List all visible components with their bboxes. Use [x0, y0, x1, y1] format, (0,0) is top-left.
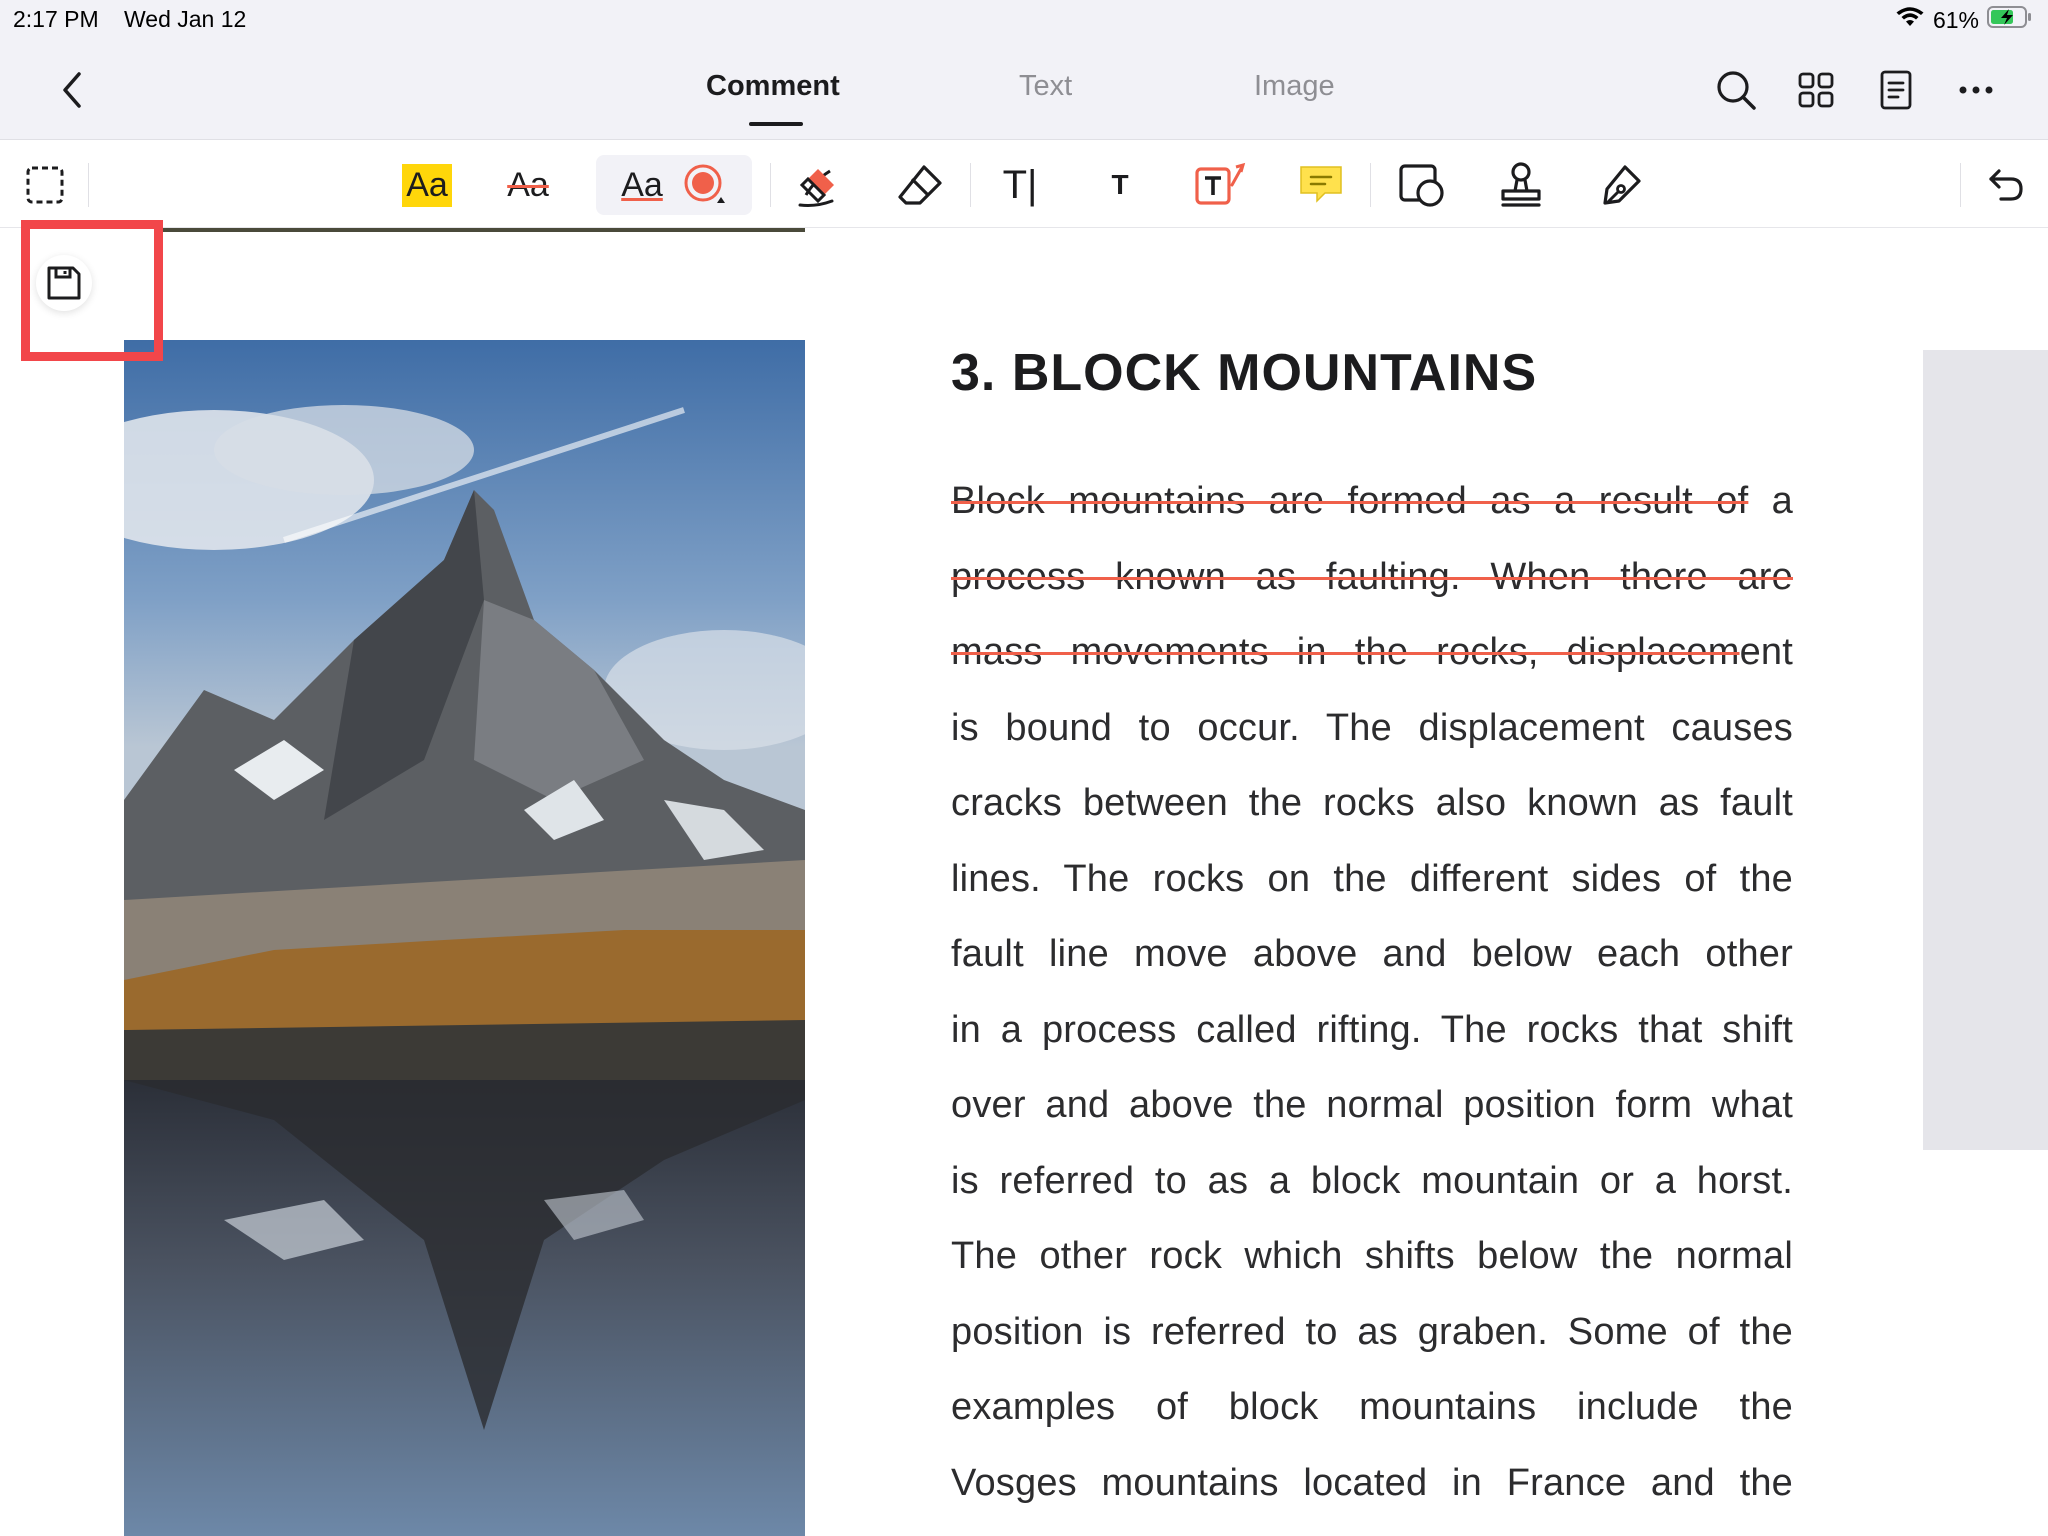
battery-percent: 61%: [1932, 6, 1979, 33]
undo-icon: [1989, 169, 2023, 201]
toolbar-divider: [770, 163, 771, 207]
search-icon: [1717, 71, 1756, 110]
search-button[interactable]: [1712, 66, 1760, 114]
strikethrough-text: process known as faulting. When there ar…: [951, 555, 1793, 598]
text-line: over and above the normal position form …: [951, 1084, 1793, 1126]
strikethrough-text: Block mountains are formed as a result o…: [951, 480, 1749, 522]
tab-text[interactable]: Text: [1019, 70, 1072, 103]
status-time: 2:17 PM: [13, 6, 99, 32]
underline-tool-group[interactable]: Aa: [596, 155, 752, 215]
status-right: 61%: [1895, 5, 2033, 35]
page-scroll-track[interactable]: [1923, 350, 2048, 1150]
text-line: in a process called rifting. The rocks t…: [951, 1008, 1793, 1051]
status-date: Wed Jan 12: [124, 6, 247, 32]
highlighter-icon: [798, 169, 834, 207]
text-line: Vosges mountains located in France and t…: [951, 1461, 1793, 1504]
strikethrough-text: mass movements in the rocks, displacem: [951, 631, 1740, 673]
document-icon: [1880, 70, 1912, 110]
text-box-label: T: [1111, 169, 1129, 200]
undo-button[interactable]: [1980, 155, 2030, 215]
plain-text: ent: [1739, 631, 1793, 673]
callout-tool[interactable]: [1190, 155, 1250, 215]
more-button[interactable]: [1952, 66, 2000, 114]
text-line: examples of block mountains include the: [951, 1386, 1793, 1428]
grid-icon: [1798, 72, 1834, 108]
save-icon: [47, 266, 81, 300]
text-box-tool[interactable]: T: [1092, 155, 1148, 215]
pen-nib-icon: [1603, 165, 1641, 205]
save-button[interactable]: [36, 255, 92, 311]
eraser-icon: [898, 165, 942, 205]
tab-image[interactable]: Image: [1254, 70, 1335, 103]
highlighter-pen-tool[interactable]: [792, 155, 848, 215]
chevron-left-icon: [63, 72, 81, 108]
underline-label: Aa: [621, 165, 663, 204]
text-line: is bound to occur. The displacement caus…: [951, 706, 1793, 749]
plain-text: a: [1748, 480, 1793, 522]
text-line: cracks between the rocks also known as f…: [951, 782, 1793, 824]
toolbar-divider: [970, 163, 971, 207]
color-picker-icon[interactable]: [683, 163, 727, 207]
stamp-tool[interactable]: [1492, 155, 1550, 215]
text-line: is referred to as a block mountain or a …: [951, 1159, 1793, 1202]
outline-button[interactable]: [1872, 66, 1920, 114]
toolbar-divider: [1960, 163, 1961, 207]
annotation-toolbar: Aa Aa Aa T| T: [0, 141, 2048, 228]
toolbar-divider: [1370, 163, 1371, 207]
toolbar-divider: [88, 163, 89, 207]
text-line: mass movements in the rocks, displacemen…: [951, 621, 1793, 697]
text-line: The other rock which shifts below the no…: [951, 1235, 1793, 1277]
active-tab-indicator: [749, 122, 803, 126]
select-tool[interactable]: [20, 155, 70, 215]
nav-bar: Comment Text Image: [0, 40, 2048, 140]
typewriter-label: T|: [1002, 162, 1038, 207]
strikethrough-label: Aa: [507, 165, 549, 204]
text-line: process known as faulting. When there ar…: [951, 546, 1793, 622]
back-button[interactable]: [52, 68, 92, 112]
text-line: lines. The rocks on the different sides …: [951, 857, 1793, 900]
note-icon: [1300, 166, 1342, 203]
callout-icon: [1195, 162, 1246, 205]
signature-tool[interactable]: [1592, 155, 1650, 215]
more-icon: [1959, 86, 1993, 94]
highlight-tool[interactable]: Aa: [398, 155, 456, 215]
previous-image-edge: [163, 228, 805, 232]
shape-icon: [1399, 164, 1444, 207]
strikethrough-tool[interactable]: Aa: [498, 155, 558, 215]
text-line: Block mountains are formed as a result o…: [951, 470, 1793, 546]
mountain-photo[interactable]: [124, 340, 805, 1536]
highlight-label: Aa: [402, 163, 452, 207]
text-line: position is referred to as graben. Some …: [951, 1310, 1793, 1353]
body-text: Block mountains are formed as a result o…: [951, 470, 1793, 1527]
thumbnails-button[interactable]: [1792, 66, 1840, 114]
shape-tool[interactable]: [1392, 155, 1452, 215]
typewriter-tool[interactable]: T|: [992, 155, 1048, 215]
wifi-icon: [1895, 6, 1925, 34]
section-heading: 3. BLOCK MOUNTAINS: [951, 344, 1538, 402]
battery-icon: [1987, 5, 2033, 35]
note-tool[interactable]: [1292, 155, 1350, 215]
text-line: fault line move above and below each oth…: [951, 933, 1793, 975]
eraser-tool[interactable]: [892, 155, 948, 215]
tab-comment[interactable]: Comment: [706, 70, 840, 103]
stamp-icon: [1501, 162, 1541, 207]
status-bar: 2:17 PM Wed Jan 12 61%: [0, 0, 2048, 40]
marquee-select-icon: [26, 166, 64, 204]
